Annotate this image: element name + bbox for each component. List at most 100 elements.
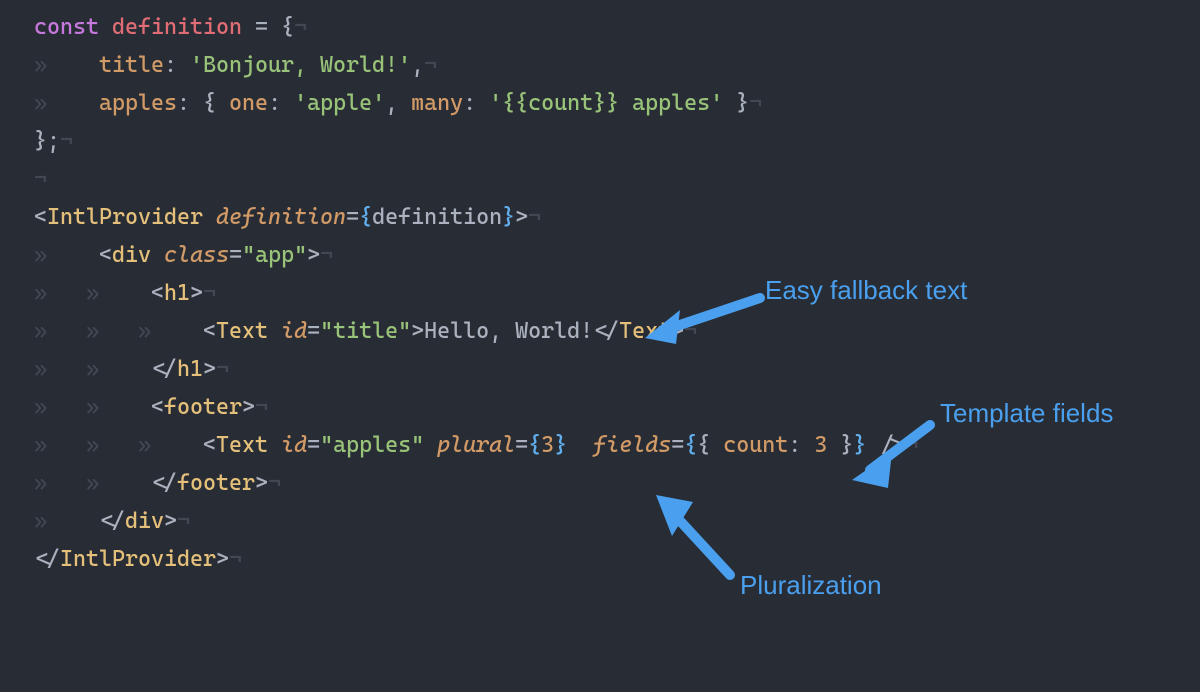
- code-token-ws: » » »: [34, 318, 203, 344]
- code-token-pun: >: [216, 546, 229, 572]
- code-token-attr: plural: [437, 432, 515, 458]
- code-token-tag: h1: [164, 280, 190, 306]
- code-token-pun: :: [164, 52, 190, 78]
- code-token-attr: class: [164, 242, 229, 268]
- code-token-pun: >: [203, 356, 216, 382]
- code-token-pun: = {: [242, 14, 294, 40]
- code-line: » » </footer>¬: [34, 464, 1166, 502]
- code-line: » </div>¬: [34, 502, 1166, 540]
- code-line: » » <h1>¬: [34, 274, 1166, 312]
- code-token-txt: [203, 204, 216, 230]
- code-token-key: count: [723, 432, 788, 458]
- annotation-pluralization: Pluralization: [740, 570, 882, 601]
- code-token-pun: >: [242, 394, 255, 420]
- code-token-var: definition: [112, 14, 242, 40]
- code-token-ws: ¬: [294, 14, 307, 40]
- code-token-tag: IntlProvider: [47, 204, 203, 230]
- code-token-tag: Text: [216, 432, 268, 458]
- code-token-str: 'apple': [294, 90, 385, 116]
- code-token-ws: ¬: [229, 546, 242, 572]
- code-token-ws: » »: [34, 280, 151, 306]
- code-token-txt: definition: [372, 204, 502, 230]
- code-token-pun: <: [99, 242, 112, 268]
- code-token-tag: Text: [216, 318, 268, 344]
- code-line: » title: 'Bonjour, World!',¬: [34, 46, 1166, 84]
- code-token-pun: :: [268, 90, 294, 116]
- code-token-brc: {: [528, 432, 541, 458]
- code-token-pun: </: [151, 356, 177, 382]
- code-token-brc: }: [853, 432, 866, 458]
- code-line: » apples: { one: 'apple', many: '{{count…: [34, 84, 1166, 122]
- code-token-tag: IntlProvider: [60, 546, 216, 572]
- code-token-ws: » »: [34, 394, 151, 420]
- code-line: <IntlProvider definition={definition}>¬: [34, 198, 1166, 236]
- code-line: » » » <Text id="title">Hello, World!</Te…: [34, 312, 1166, 350]
- code-token-pun: </: [99, 508, 125, 534]
- code-token-num: 3: [814, 432, 827, 458]
- code-token-pun: <: [203, 318, 216, 344]
- code-token-str: "app": [242, 242, 307, 268]
- code-token-kw: const: [34, 14, 112, 40]
- code-line: » <div class="app">¬: [34, 236, 1166, 274]
- code-token-pun: </: [34, 546, 60, 572]
- code-token-ws: ¬: [684, 318, 697, 344]
- code-token-pun: />: [866, 432, 905, 458]
- code-token-str: 'Bonjour, World!': [190, 52, 411, 78]
- code-token-brc: }: [554, 432, 567, 458]
- code-token-pun: =: [307, 318, 320, 344]
- code-token-ws: ¬: [255, 394, 268, 420]
- code-token-ws: » » »: [34, 432, 203, 458]
- code-token-pun: : {: [177, 90, 229, 116]
- code-token-pun: {: [697, 432, 723, 458]
- code-line: const definition = {¬: [34, 8, 1166, 46]
- code-token-ws: »: [34, 52, 99, 78]
- code-token-attr: id: [281, 432, 307, 458]
- code-token-str: '{{count}} apples': [489, 90, 723, 116]
- code-token-brc: {: [359, 204, 372, 230]
- code-token-ws: »: [34, 242, 99, 268]
- code-line: };¬: [34, 122, 1166, 160]
- code-token-attr: fields: [593, 432, 671, 458]
- code-token-ws: ¬: [905, 432, 918, 458]
- code-token-ws: ¬: [203, 280, 216, 306]
- code-line: » » » <Text id="apples" plural={3} field…: [34, 426, 1166, 464]
- code-token-txt: [424, 432, 437, 458]
- code-token-tag: div: [112, 242, 151, 268]
- code-line: ¬: [34, 160, 1166, 198]
- code-token-ws: ¬: [749, 90, 762, 116]
- code-token-key: title: [99, 52, 164, 78]
- code-token-pun: ,: [385, 90, 411, 116]
- code-line: » » </h1>¬: [34, 350, 1166, 388]
- code-token-pun: };: [34, 128, 60, 154]
- code-token-pun: =: [346, 204, 359, 230]
- code-token-key: apples: [99, 90, 177, 116]
- code-token-ws: ¬: [60, 128, 73, 154]
- code-token-pun: =: [229, 242, 242, 268]
- code-token-pun: =: [515, 432, 528, 458]
- code-token-pun: <: [151, 394, 164, 420]
- code-token-txt: [268, 318, 281, 344]
- code-token-brc: {: [684, 432, 697, 458]
- code-token-str: "title": [320, 318, 411, 344]
- code-token-tag: footer: [164, 394, 242, 420]
- code-token-txt: [268, 432, 281, 458]
- annotation-fallback-text: Easy fallback text: [765, 275, 967, 306]
- code-token-pun: >: [307, 242, 320, 268]
- code-token-ws: »: [34, 90, 99, 116]
- code-token-pun: }: [827, 432, 853, 458]
- code-token-key: many: [411, 90, 463, 116]
- code-token-txt: Hello, World!</: [424, 318, 619, 344]
- annotation-template-fields: Template fields: [940, 398, 1113, 429]
- code-token-tag: div: [125, 508, 164, 534]
- code-token-txt: [151, 242, 164, 268]
- code-token-ws: »: [34, 508, 99, 534]
- code-line: </IntlProvider>¬: [34, 540, 1166, 578]
- code-token-brc: }: [502, 204, 515, 230]
- code-token-tag: Text: [619, 318, 671, 344]
- code-token-pun: =: [307, 432, 320, 458]
- code-token-attr: definition: [216, 204, 346, 230]
- code-token-ws: ¬: [34, 166, 47, 192]
- code-token-ws: ¬: [216, 356, 229, 382]
- code-token-pun: ,: [411, 52, 424, 78]
- code-token-str: "apples": [320, 432, 424, 458]
